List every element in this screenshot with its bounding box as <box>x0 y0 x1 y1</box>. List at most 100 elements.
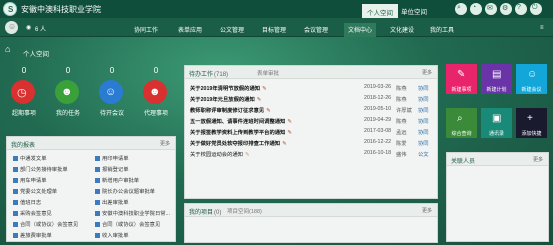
tile-count: 0 <box>21 66 27 75</box>
search-icon: ⌕ <box>457 113 463 124</box>
table-row[interactable]: 关于校园运动会的通知 ✎ 2016-10-18 盛伟 公文 <box>190 150 438 159</box>
report-item[interactable]: 差旅费审批单 <box>13 231 52 239</box>
todo-date: 2017-03-08 <box>364 128 392 134</box>
panel-title[interactable]: 待办工作(718) <box>189 69 228 78</box>
reports-panel: 我的报表 更多 中通发文单 部门公务接待审批单 用车申请单 党委公文处理单 值班… <box>6 136 176 242</box>
nav-culture[interactable]: 文化建设 <box>390 25 414 34</box>
todo-title: 五一放假通知、请事件连班时间调整通知 ✎ <box>190 119 292 125</box>
report-item[interactable]: 合同（或协议）会签意见 <box>95 220 160 228</box>
report-item[interactable]: 收入审批单 <box>95 231 129 239</box>
tab-personal-space[interactable]: 个人空间 <box>362 4 398 18</box>
nav-forms[interactable]: 表单应用 <box>178 25 202 34</box>
related-people-panel: 关联人员 更多 <box>446 152 549 242</box>
todo-person: 陈燕 <box>396 97 407 103</box>
report-item[interactable]: 用车申请单 <box>13 176 47 184</box>
search-query-button[interactable]: ⌕ 综合查询 <box>446 108 477 138</box>
todo-panel: 待办工作(718) 表单审批 更多 关于2019年清明节放假的通知 ✎ 2019-… <box>184 65 438 199</box>
report-item[interactable]: 安徽中澳科技职业学院日常... <box>95 209 170 217</box>
new-plan-button[interactable]: ▤ 新建计划 <box>481 64 512 94</box>
report-item[interactable]: 党委公文处理单 <box>13 187 57 195</box>
report-item[interactable]: 值班日志 <box>13 198 41 206</box>
attachment-icon: ✎ <box>262 86 267 92</box>
nav-collaboration[interactable]: 协同工作 <box>134 25 158 34</box>
tile-label: 我的任务 <box>55 111 80 117</box>
todo-date: 2016-10-18 <box>364 150 392 156</box>
new-item-button[interactable]: ✎ 新建事项 <box>446 64 477 94</box>
todo-title: 教师职称评审制度修订征求意见 ✎ <box>190 108 271 114</box>
more-link[interactable]: 更多 <box>533 156 543 163</box>
todo-type-link[interactable]: 协同 <box>418 106 429 114</box>
panel-header: 我的项目(0) 项目空间(188) 更多 <box>185 204 437 217</box>
report-item[interactable]: 出差审批单 <box>95 198 129 206</box>
table-row[interactable]: 关于报签教学资料上传到教学平台的通知 ✎ 2017-03-08 孟远 协同 <box>190 128 438 137</box>
table-row[interactable]: 关于2019年清明节放假的通知 ✎ 2019-03-26 陈燕 协同 <box>190 84 438 93</box>
help-icon[interactable]: ? <box>515 3 527 15</box>
user-name[interactable]: 6 人 <box>35 24 46 33</box>
tile-proxy-items[interactable]: 0 ☻ 代理事项 <box>136 62 176 130</box>
more-link[interactable]: 更多 <box>422 207 432 214</box>
app-label: 新建事项 <box>451 87 472 93</box>
report-item[interactable]: 部门公务接待审批单 <box>13 165 68 173</box>
todo-type-link[interactable]: 协同 <box>418 128 429 136</box>
tab-unit-space[interactable]: 单位空间 <box>396 3 432 16</box>
nav-my-tools[interactable]: 我的工具 <box>430 25 454 34</box>
table-row[interactable]: 教师职称评审制度修订征求意见 ✎ 2019-05-10 许厚斌 协同 <box>190 106 438 115</box>
new-meeting-button[interactable]: ☺ 新建会议 <box>516 64 547 94</box>
message-icon[interactable]: ✉ <box>485 3 497 15</box>
avatar[interactable]: ☺ <box>5 21 18 34</box>
contacts-icon: ▣ <box>492 113 502 124</box>
app-label: 添加快捷 <box>521 131 542 137</box>
todo-type-link[interactable]: 协同 <box>418 95 429 103</box>
todo-type-link[interactable]: 协同 <box>418 139 429 147</box>
tile-pending-meetings[interactable]: 0 ☺ 待开会议 <box>92 62 132 130</box>
nav-more-icon[interactable]: ≡ <box>540 25 544 31</box>
add-shortcut-button[interactable]: + 添加快捷 <box>516 108 547 138</box>
panel-header: 关联人员 更多 <box>447 153 548 166</box>
table-row[interactable]: 关于2019年元旦放假的通知 ✎ 2018-12-26 陈燕 协同 <box>190 95 438 104</box>
tile-count: 0 <box>109 66 115 75</box>
report-item[interactable]: 用印申请单 <box>95 154 129 162</box>
app-label: 通讯录 <box>488 131 504 137</box>
report-item[interactable]: 院长办公会议题审批单 <box>95 187 155 195</box>
settings-icon[interactable]: ⚙ <box>500 3 512 15</box>
tile-overdue[interactable]: 0 ◷ 超期事项 <box>4 62 44 130</box>
tile-label: 待开会议 <box>99 111 124 117</box>
report-item[interactable]: 新增用户审批单 <box>95 176 139 184</box>
nav-meetings[interactable]: 会议管理 <box>304 25 328 34</box>
tab-project-space[interactable]: 项目空间(188) <box>227 207 262 215</box>
table-row[interactable]: 关于做好党员处软夺报印排查工作通知 ✎ 2016-12-22 陈爱 协同 <box>190 139 438 148</box>
tab-form-approval[interactable]: 表单审批 <box>257 69 279 77</box>
user-icon: ◉ <box>26 25 32 31</box>
report-item[interactable]: 中通发文单 <box>13 154 47 162</box>
bell-icon[interactable]: ◔ <box>470 3 482 15</box>
more-link[interactable]: 更多 <box>160 140 170 147</box>
nav-goals[interactable]: 目标管理 <box>262 25 286 34</box>
todo-person: 孟远 <box>396 130 407 136</box>
plan-icon: ▤ <box>492 69 502 80</box>
tile-label: 代理事项 <box>143 111 168 117</box>
todo-title: 关于校园运动会的通知 ✎ <box>190 152 250 158</box>
nav-doc-center[interactable]: 文档中心 <box>344 23 377 37</box>
more-link[interactable]: 更多 <box>422 69 432 76</box>
status-tiles: 0 ◷ 超期事项 0 ☻ 我的任务 0 ☺ 待开会议 0 ☻ 代理事项 <box>4 62 176 132</box>
todo-type-link[interactable]: 协同 <box>418 84 429 92</box>
tile-my-tasks[interactable]: 0 ☻ 我的任务 <box>48 62 88 130</box>
attachment-icon: ✎ <box>256 97 262 103</box>
exit-icon[interactable]: ⏻ <box>530 3 542 15</box>
app-label: 新建会议 <box>521 87 542 93</box>
attachment-icon: ✎ <box>287 130 292 136</box>
todo-title: 关于做好党员处软夺报印排查工作通知 ✎ <box>190 141 287 147</box>
panel-title: 关联人员 <box>451 159 476 165</box>
todo-person: 许厚斌 <box>396 108 412 114</box>
table-row[interactable]: 五一放假通知、请事件连班时间调整通知 ✎ 2019-04-29 陈燕 协同 <box>190 117 438 126</box>
todo-title: 关于2019年清明节放假的通知 ✎ <box>190 86 267 92</box>
report-item[interactable]: 合同（或协议）会签意见 <box>13 220 78 228</box>
todo-type-link[interactable]: 协同 <box>418 117 429 125</box>
report-item[interactable]: 报销登记单 <box>95 165 129 173</box>
panel-title[interactable]: 我的项目(0) <box>189 207 221 216</box>
todo-type-link[interactable]: 公文 <box>418 150 429 158</box>
nav-documents-official[interactable]: 公文管理 <box>220 25 244 34</box>
search-icon[interactable]: ⌕ <box>455 3 467 15</box>
contacts-button[interactable]: ▣ 通讯录 <box>481 108 512 138</box>
report-item[interactable]: 采购会签意见 <box>13 209 52 217</box>
